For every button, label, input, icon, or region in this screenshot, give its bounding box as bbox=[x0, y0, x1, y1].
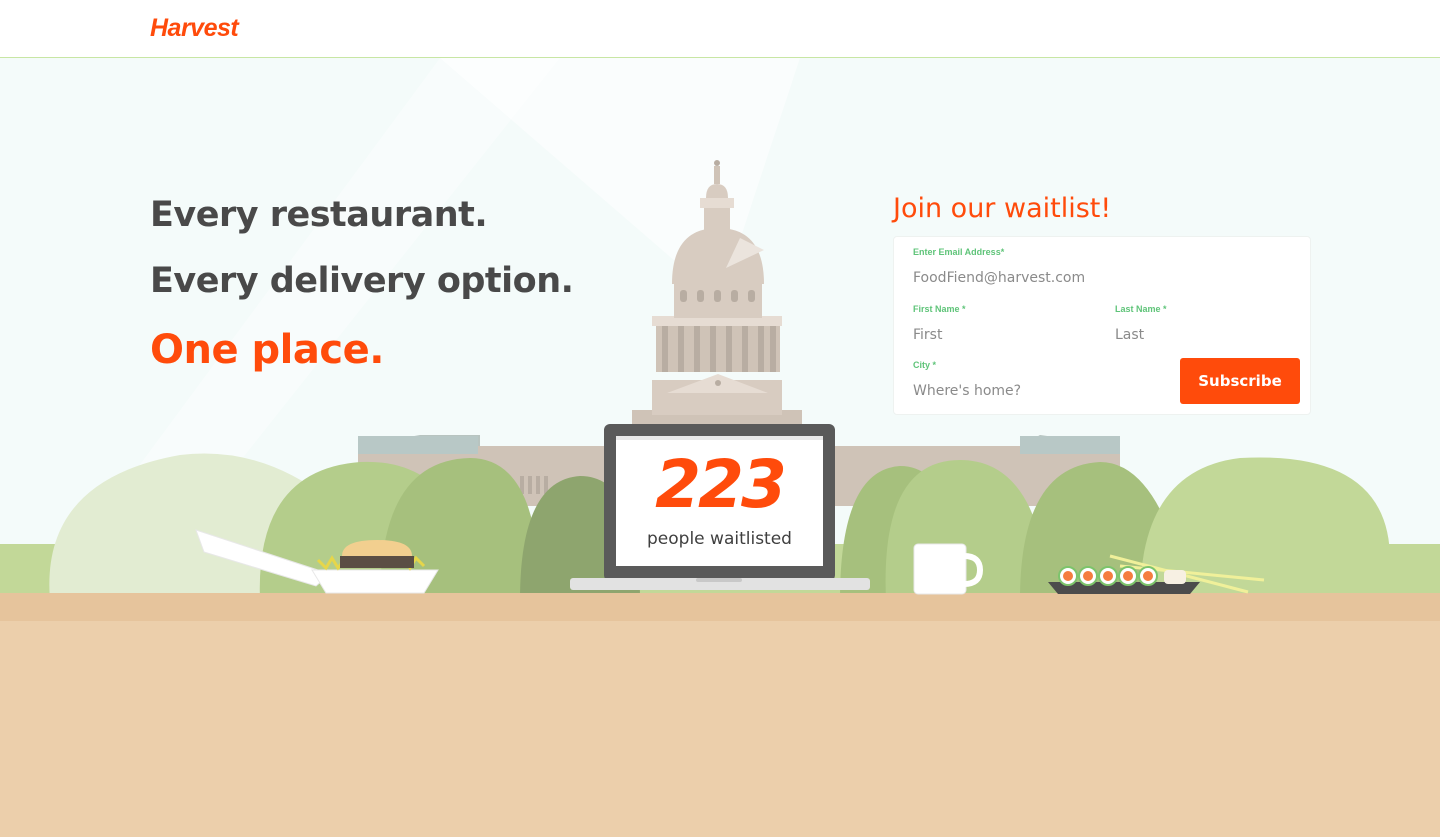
city-field[interactable] bbox=[913, 380, 1163, 402]
waitlist-count-label: people waitlisted bbox=[647, 529, 792, 549]
harvest-logo[interactable]: Harvest bbox=[150, 14, 239, 43]
table-surface bbox=[0, 621, 1440, 837]
last-name-label: Last Name * bbox=[1115, 304, 1167, 314]
waitlist-count: 223 bbox=[655, 446, 787, 523]
city-label: City * bbox=[913, 360, 937, 370]
last-name-field[interactable] bbox=[1115, 324, 1295, 346]
headline-line-2: Every delivery option. bbox=[150, 261, 574, 301]
email-field[interactable] bbox=[913, 267, 1293, 289]
first-name-field[interactable] bbox=[913, 324, 1093, 346]
table-edge bbox=[0, 593, 1440, 621]
top-nav: Harvest bbox=[0, 0, 1440, 58]
subscribe-button[interactable]: Subscribe bbox=[1180, 358, 1300, 404]
waitlist-title: Join our waitlist! bbox=[893, 193, 1112, 224]
first-name-label: First Name * bbox=[913, 304, 966, 314]
waitlist-form: Enter Email Address* First Name * Last N… bbox=[893, 236, 1311, 415]
headline-line-3: One place. bbox=[150, 327, 384, 373]
headline-line-1: Every restaurant. bbox=[150, 195, 488, 235]
email-label: Enter Email Address* bbox=[913, 247, 1005, 257]
